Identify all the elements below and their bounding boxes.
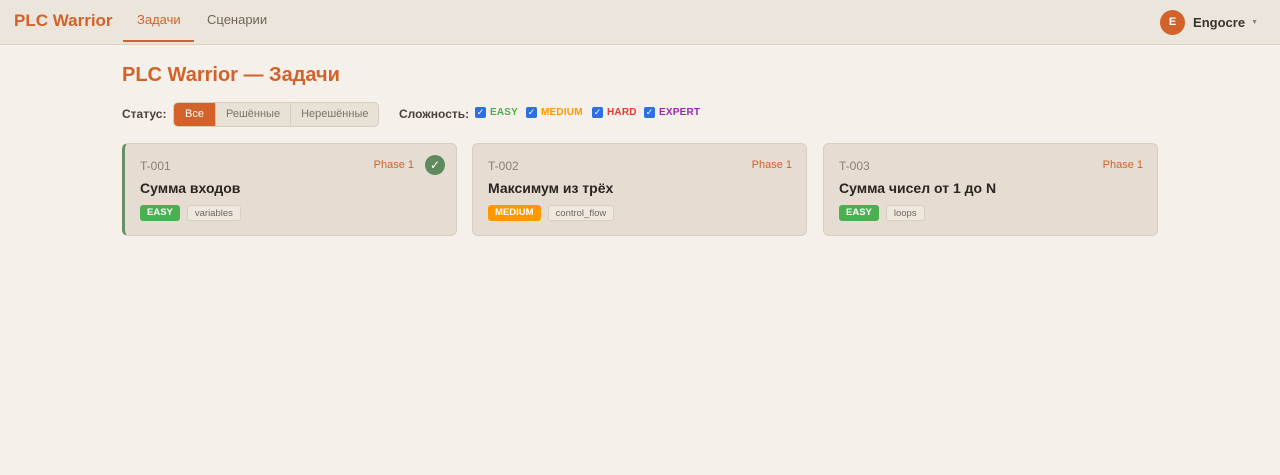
task-phase: Phase 1 — [1102, 159, 1143, 171]
task-card[interactable]: T-003 Phase 1 Сумма чисел от 1 до N EASY loo… — [823, 143, 1158, 236]
task-title: Максимум из трёх — [488, 180, 614, 196]
checkbox-icon[interactable]: ✓ — [526, 107, 537, 118]
difficulty-label: MEDIUM — [541, 107, 583, 118]
task-phase: Phase 1 — [751, 159, 792, 171]
checkbox-icon[interactable]: ✓ — [475, 107, 486, 118]
checkbox-icon[interactable]: ✓ — [644, 107, 655, 118]
task-badges: EASY variables — [140, 205, 241, 221]
difficulty-badge: MEDIUM — [488, 205, 541, 221]
task-title: Сумма входов — [140, 180, 241, 196]
status-option-all[interactable]: Все — [174, 103, 215, 126]
chevron-down-icon: ▼ — [1251, 18, 1258, 26]
checkbox-icon[interactable]: ✓ — [592, 107, 603, 118]
username: Engocre — [1193, 14, 1246, 30]
difficulty-badge: EASY — [839, 205, 879, 221]
task-badges: MEDIUM control_flow — [488, 205, 615, 221]
task-badges: EASY loops — [839, 205, 925, 221]
task-id: T-001 — [140, 159, 171, 173]
tab-scenarios[interactable]: Сценарии — [207, 12, 267, 27]
difficulty-filter-label: Сложность: — [399, 107, 470, 121]
difficulty-label: EASY — [490, 107, 519, 118]
active-tab-indicator — [123, 40, 194, 42]
task-card[interactable]: T-001 Phase 1 ✓ Сумма входов EASY variables — [122, 143, 457, 236]
status-option-solved[interactable]: Решённые — [214, 103, 290, 126]
difficulty-label: HARD — [607, 107, 637, 118]
status-option-unsolved[interactable]: Нерешённые — [290, 103, 378, 126]
brand-logo[interactable]: PLC Warrior — [14, 11, 113, 31]
difficulty-label: EXPERT — [659, 107, 701, 118]
top-navbar: PLC Warrior Задачи Сценарии E Engocre ▼ — [0, 0, 1280, 45]
filters-bar: Статус: Все Решённые Нерешённые Сложност… — [122, 102, 762, 127]
difficulty-filter-medium[interactable]: ✓ MEDIUM — [526, 107, 583, 118]
task-phase: Phase 1 — [373, 159, 414, 171]
tab-tasks[interactable]: Задачи — [137, 12, 181, 27]
task-card[interactable]: T-002 Phase 1 Максимум из трёх MEDIUM contro… — [472, 143, 807, 236]
difficulty-filter-hard[interactable]: ✓ HARD — [592, 107, 637, 118]
status-filter-label: Статус: — [122, 107, 167, 121]
avatar: E — [1160, 9, 1186, 35]
task-id: T-003 — [839, 159, 870, 173]
topic-tag: variables — [186, 205, 241, 221]
task-title: Сумма чисел от 1 до N — [839, 180, 997, 196]
status-segmented-control: Все Решённые Нерешённые — [173, 102, 380, 127]
solved-check-icon: ✓ — [425, 155, 445, 175]
task-id: T-002 — [488, 159, 519, 173]
difficulty-badge: EASY — [140, 205, 180, 221]
difficulty-filter-expert[interactable]: ✓ EXPERT — [644, 107, 700, 118]
difficulty-filter-easy[interactable]: ✓ EASY — [475, 107, 518, 118]
user-menu[interactable]: E Engocre ▼ — [1160, 9, 1258, 35]
page-title: PLC Warrior — Задачи — [122, 64, 340, 86]
topic-tag: control_flow — [547, 205, 615, 221]
topic-tag: loops — [885, 205, 925, 221]
